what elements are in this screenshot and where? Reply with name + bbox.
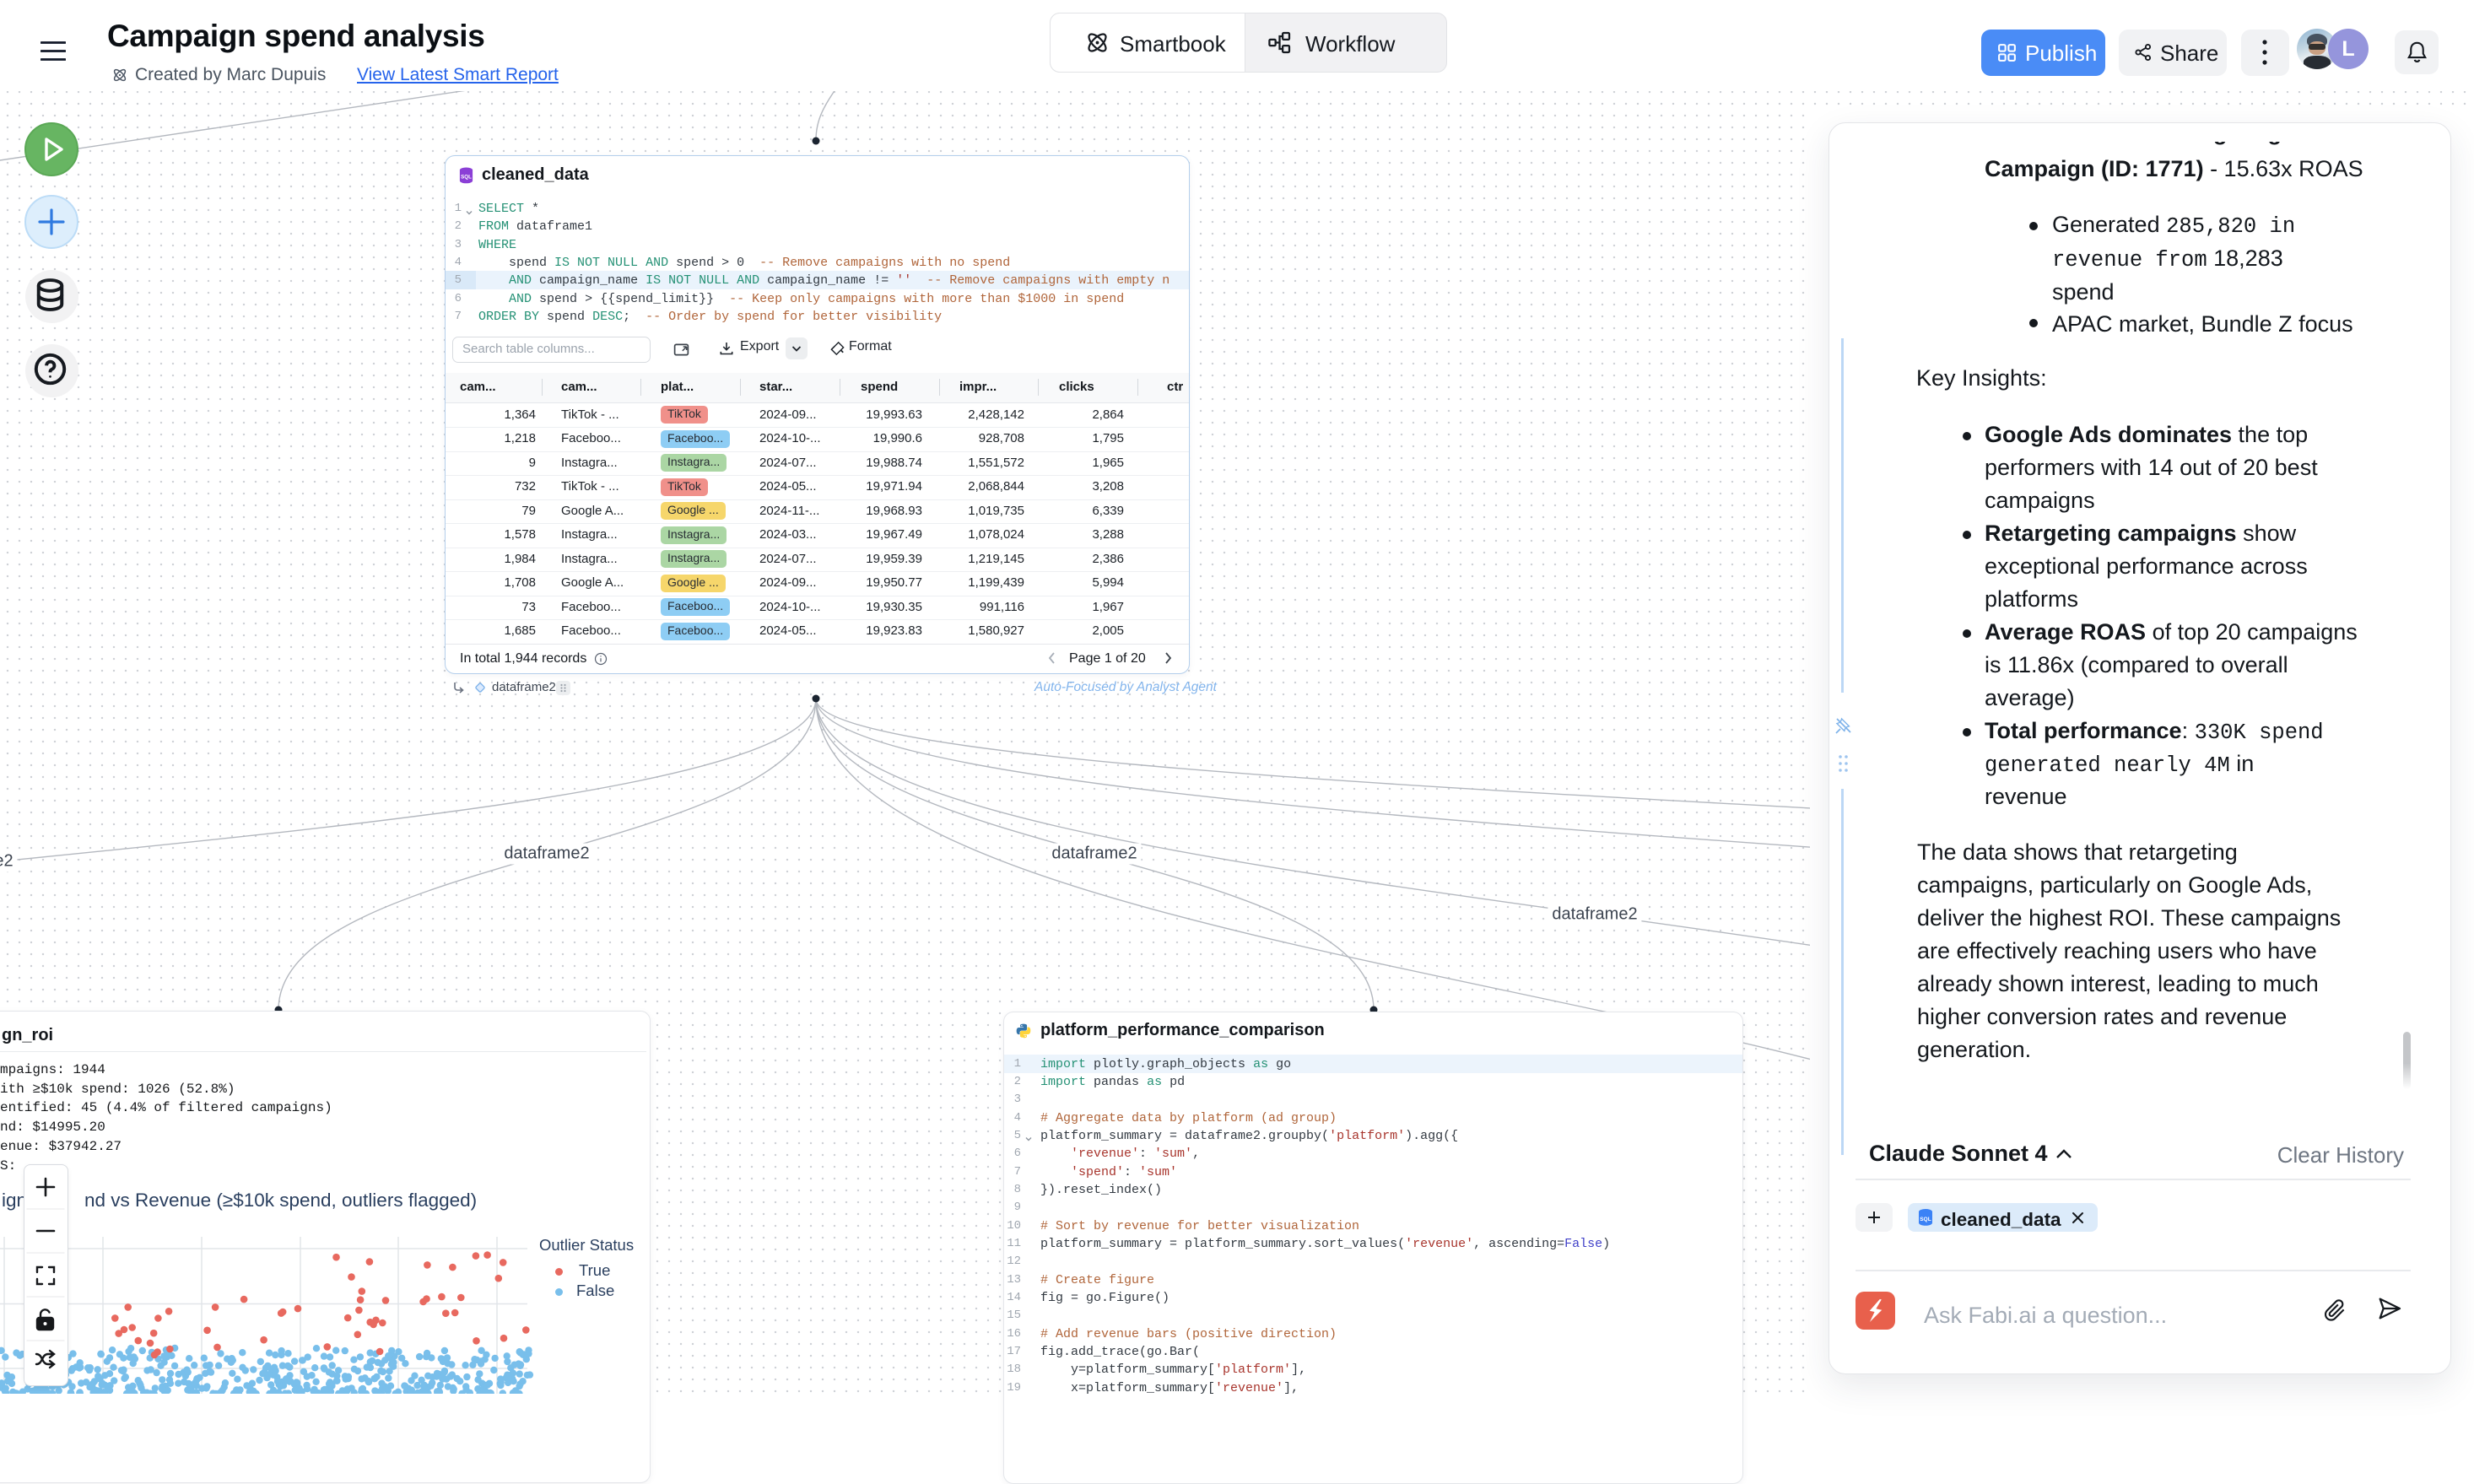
svg-text:SQL: SQL xyxy=(461,175,472,181)
svg-text:SQL: SQL xyxy=(1920,1217,1931,1222)
